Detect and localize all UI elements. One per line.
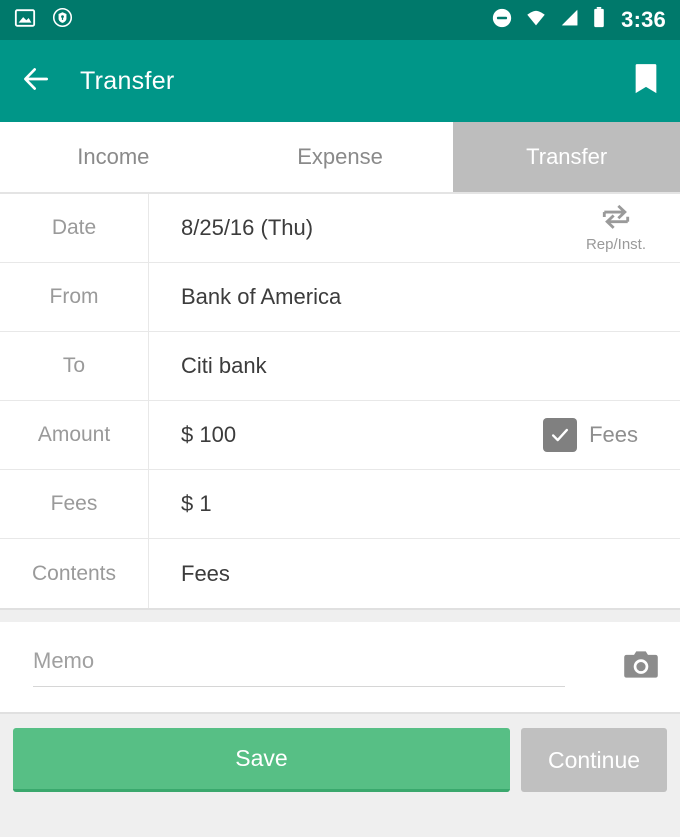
- form-row-from[interactable]: From Bank of America: [0, 263, 680, 332]
- tab-bar: Income Expense Transfer: [0, 122, 680, 194]
- tab-income[interactable]: Income: [0, 122, 227, 192]
- repeat-icon: [600, 204, 632, 235]
- value-to[interactable]: Citi bank: [149, 332, 680, 400]
- back-arrow-icon[interactable]: [20, 63, 52, 100]
- page-title: Transfer: [80, 66, 175, 95]
- transfer-form: Date 8/25/16 (Thu) Rep/Inst. From Bank o…: [0, 194, 680, 610]
- tab-expense[interactable]: Expense: [226, 122, 454, 192]
- label-fees: Fees: [0, 470, 149, 538]
- date-row-accessory: Rep/Inst.: [586, 194, 680, 262]
- form-row-date[interactable]: Date 8/25/16 (Thu) Rep/Inst.: [0, 194, 680, 263]
- memo-underline: [33, 685, 565, 687]
- label-to: To: [0, 332, 149, 400]
- memo-section: Memo: [0, 622, 680, 714]
- form-row-contents[interactable]: Contents Fees: [0, 539, 680, 608]
- value-from[interactable]: Bank of America: [149, 263, 680, 331]
- section-divider: [0, 610, 680, 622]
- battery-icon: [592, 6, 606, 34]
- status-bar: 3:36: [0, 0, 680, 40]
- status-bar-right-icons: 3:36: [491, 6, 666, 34]
- wifi-icon: [524, 7, 548, 34]
- value-fees[interactable]: $ 1: [149, 470, 680, 538]
- fees-checkbox-label: Fees: [589, 422, 638, 447]
- bookmark-icon[interactable]: [632, 62, 660, 101]
- bottom-button-bar: Save Continue: [0, 714, 680, 792]
- do-not-disturb-icon: [491, 7, 513, 34]
- form-row-amount[interactable]: Amount $ 100 Fees: [0, 401, 680, 470]
- label-date: Date: [0, 194, 149, 262]
- vpn-shield-icon: [52, 7, 73, 33]
- memo-input[interactable]: Memo: [33, 648, 565, 687]
- cellular-signal-icon: [559, 7, 581, 34]
- value-contents[interactable]: Fees: [149, 539, 680, 608]
- status-bar-left-icons: [14, 7, 73, 34]
- camera-icon: [622, 649, 660, 686]
- form-row-fees[interactable]: Fees $ 1: [0, 470, 680, 539]
- amount-row-accessory: Fees: [543, 401, 680, 469]
- label-contents: Contents: [0, 539, 149, 608]
- save-button[interactable]: Save: [13, 728, 510, 792]
- rep-inst-button[interactable]: Rep/Inst.: [586, 204, 660, 253]
- app-root: 3:36 Transfer Income Expense Transfer Da…: [0, 0, 680, 837]
- label-from: From: [0, 263, 149, 331]
- continue-button[interactable]: Continue: [521, 728, 667, 792]
- tab-transfer[interactable]: Transfer: [453, 122, 680, 192]
- image-icon: [14, 7, 36, 34]
- fees-checkbox[interactable]: [543, 418, 578, 452]
- value-amount[interactable]: $ 100: [149, 401, 543, 469]
- label-amount: Amount: [0, 401, 149, 469]
- value-date[interactable]: 8/25/16 (Thu): [149, 194, 586, 262]
- app-bar: Transfer: [0, 40, 680, 122]
- status-bar-clock: 3:36: [621, 7, 666, 32]
- fees-checkbox-group[interactable]: Fees: [543, 418, 660, 452]
- rep-inst-label: Rep/Inst.: [585, 235, 646, 253]
- form-row-to[interactable]: To Citi bank: [0, 332, 680, 401]
- camera-button[interactable]: [622, 649, 660, 686]
- memo-placeholder: Memo: [33, 647, 95, 673]
